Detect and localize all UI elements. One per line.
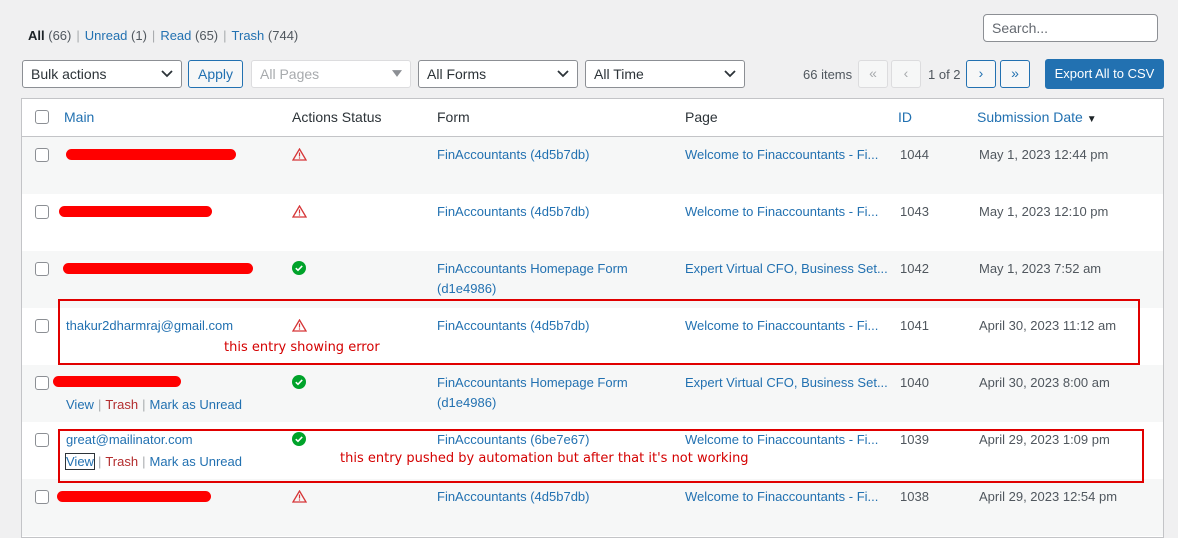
submission-id: 1044 (900, 147, 929, 162)
form-link[interactable]: FinAccountants Homepage Form (437, 261, 628, 276)
row-checkbox[interactable] (35, 319, 49, 333)
form-link[interactable]: FinAccountants Homepage Form (437, 375, 628, 390)
trash-link[interactable]: Trash (105, 397, 138, 412)
forms-filter-select[interactable]: All Forms (418, 60, 578, 88)
column-form: Form (437, 109, 470, 125)
submission-id: 1042 (900, 261, 929, 276)
apply-button[interactable]: Apply (188, 60, 243, 88)
submission-id: 1040 (900, 375, 929, 390)
annotation-automation-note: this entry pushed by automation but afte… (340, 451, 749, 466)
page-indicator: 1 of 2 (928, 67, 961, 82)
check-circle-icon (292, 261, 306, 278)
redaction-mark (57, 491, 211, 502)
chevron-down-icon (557, 61, 569, 78)
row-checkbox[interactable] (35, 205, 49, 219)
filter-read-link[interactable]: Read (65) (160, 28, 218, 43)
page-link[interactable]: Expert Virtual CFO, Business Set... (685, 261, 888, 276)
first-page-button[interactable]: « (858, 60, 888, 88)
mark-unread-link[interactable]: Mark as Unread (149, 397, 241, 412)
status-filter-links: All (66) | Unread (1) | Read (65) | Trash (744… (28, 28, 298, 43)
row-checkbox[interactable] (35, 376, 49, 390)
chevron-down-icon (724, 61, 736, 78)
table-header: Main Actions Status Form Page ID Submiss… (22, 99, 1163, 137)
separator: | (142, 397, 146, 412)
column-submission-date[interactable]: Submission Date ▼ (977, 109, 1097, 125)
prev-page-button[interactable]: ‹ (891, 60, 921, 88)
redaction-mark (63, 263, 253, 274)
check-circle-icon (292, 375, 306, 392)
submission-date: May 1, 2023 12:44 pm (979, 147, 1109, 162)
submission-date: May 1, 2023 12:10 pm (979, 204, 1109, 219)
form-id-link[interactable]: (d1e4986) (437, 281, 496, 296)
page-link[interactable]: Expert Virtual CFO, Business Set... (685, 375, 888, 390)
page-link[interactable]: Welcome to Finaccountants - Fi... (685, 489, 878, 504)
row-checkbox[interactable] (35, 148, 49, 162)
annotation-error-note: this entry showing error (224, 340, 380, 355)
warning-icon (291, 489, 308, 506)
last-page-button[interactable]: » (1000, 60, 1030, 88)
redaction-mark (59, 206, 212, 217)
bulk-actions-select[interactable]: Bulk actions (22, 60, 182, 88)
column-main[interactable]: Main (64, 109, 94, 125)
time-filter-select[interactable]: All Time (585, 60, 745, 88)
row-actions: View | Trash | Mark as Unread (66, 397, 242, 412)
filter-unread-link[interactable]: Unread (1) (85, 28, 147, 43)
row-checkbox[interactable] (35, 490, 49, 504)
table-row: FinAccountants (4d5b7db) Welcome to Fina… (22, 137, 1163, 194)
submission-date: April 29, 2023 12:54 pm (979, 489, 1118, 504)
pages-filter-select[interactable]: All Pages (251, 60, 411, 88)
filter-all-link[interactable]: All (66) (28, 28, 71, 43)
warning-icon (291, 204, 308, 221)
form-link[interactable]: FinAccountants (4d5b7db) (437, 489, 589, 504)
select-all-checkbox[interactable] (35, 110, 49, 124)
view-link[interactable]: View (66, 397, 94, 412)
chevron-down-icon (161, 61, 173, 78)
submission-id: 1043 (900, 204, 929, 219)
search-input[interactable]: Search... (983, 14, 1158, 42)
column-id[interactable]: ID (898, 109, 912, 125)
next-page-button[interactable]: › (966, 60, 996, 88)
submission-id: 1038 (900, 489, 929, 504)
warning-icon (291, 147, 308, 164)
export-csv-button[interactable]: Export All to CSV (1045, 59, 1164, 89)
separator: | (97, 397, 102, 412)
items-count: 66 items (803, 67, 853, 82)
column-actions-status: Actions Status (292, 109, 382, 125)
row-checkbox[interactable] (35, 433, 49, 447)
table-row: FinAccountants (4d5b7db) Welcome to Fina… (22, 194, 1163, 251)
form-link[interactable]: FinAccountants (4d5b7db) (437, 147, 589, 162)
separator: | (151, 28, 156, 43)
separator: | (223, 28, 227, 43)
submission-date: April 30, 2023 8:00 am (979, 375, 1110, 390)
submission-date: May 1, 2023 7:52 am (979, 261, 1102, 276)
chevron-down-icon (392, 61, 402, 77)
annotation-box-error (58, 299, 1140, 365)
table-row: FinAccountants (4d5b7db) Welcome to Fina… (22, 479, 1163, 536)
column-page: Page (685, 109, 718, 125)
filter-trash-link[interactable]: Trash (744) (232, 28, 299, 43)
separator: | (76, 28, 80, 43)
form-link[interactable]: FinAccountants (4d5b7db) (437, 204, 589, 219)
redaction-mark (66, 149, 236, 160)
redaction-mark (53, 376, 181, 387)
form-id-link[interactable]: (d1e4986) (437, 395, 496, 410)
row-checkbox[interactable] (35, 262, 49, 276)
page-link[interactable]: Welcome to Finaccountants - Fi... (685, 204, 878, 219)
sort-desc-icon: ▼ (1086, 114, 1097, 125)
table-row: View | Trash | Mark as Unread FinAccountants… (22, 365, 1163, 422)
page-link[interactable]: Welcome to Finaccountants - Fi... (685, 147, 878, 162)
